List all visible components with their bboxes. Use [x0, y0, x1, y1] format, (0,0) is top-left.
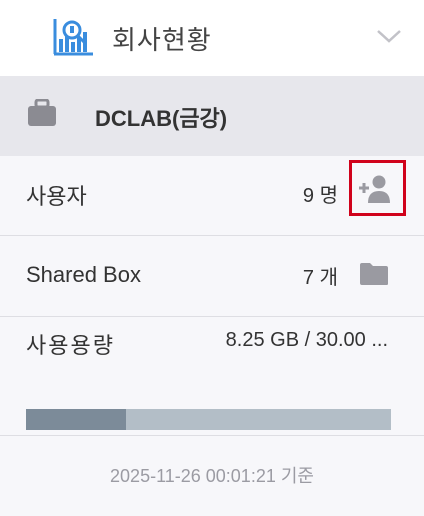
briefcase-icon [28, 99, 56, 126]
shared-box-count: 7 개 [302, 267, 338, 289]
company-status-panel: 회사현황 DCLAB(금강) 사용자 9 명 Shared Box 7 개 사용… [0, 0, 424, 516]
add-user-icon [359, 175, 390, 203]
panel-header[interactable]: 회사현황 [0, 0, 424, 76]
chevron-down-icon[interactable] [375, 22, 403, 50]
users-label: 사용자 [26, 184, 87, 209]
panel-title: 회사현황 [112, 25, 212, 55]
company-stats-icon [53, 19, 93, 56]
updated-timestamp: 2025-11-26 00:01:21 기준 [110, 466, 314, 486]
company-name: DCLAB(금강) [95, 106, 228, 131]
storage-usage-fill [26, 409, 127, 430]
storage-usage-label: 사용용량 [26, 333, 115, 358]
storage-usage-value: 8.25 GB / 30.00 ... [225, 329, 388, 351]
panel-footer: 2025-11-26 00:01:21 기준 [0, 436, 424, 516]
folder-icon[interactable] [359, 262, 389, 286]
storage-usage-bar [26, 409, 391, 430]
shared-box-label: Shared Box [26, 262, 141, 287]
users-count: 9 명 [302, 185, 338, 207]
